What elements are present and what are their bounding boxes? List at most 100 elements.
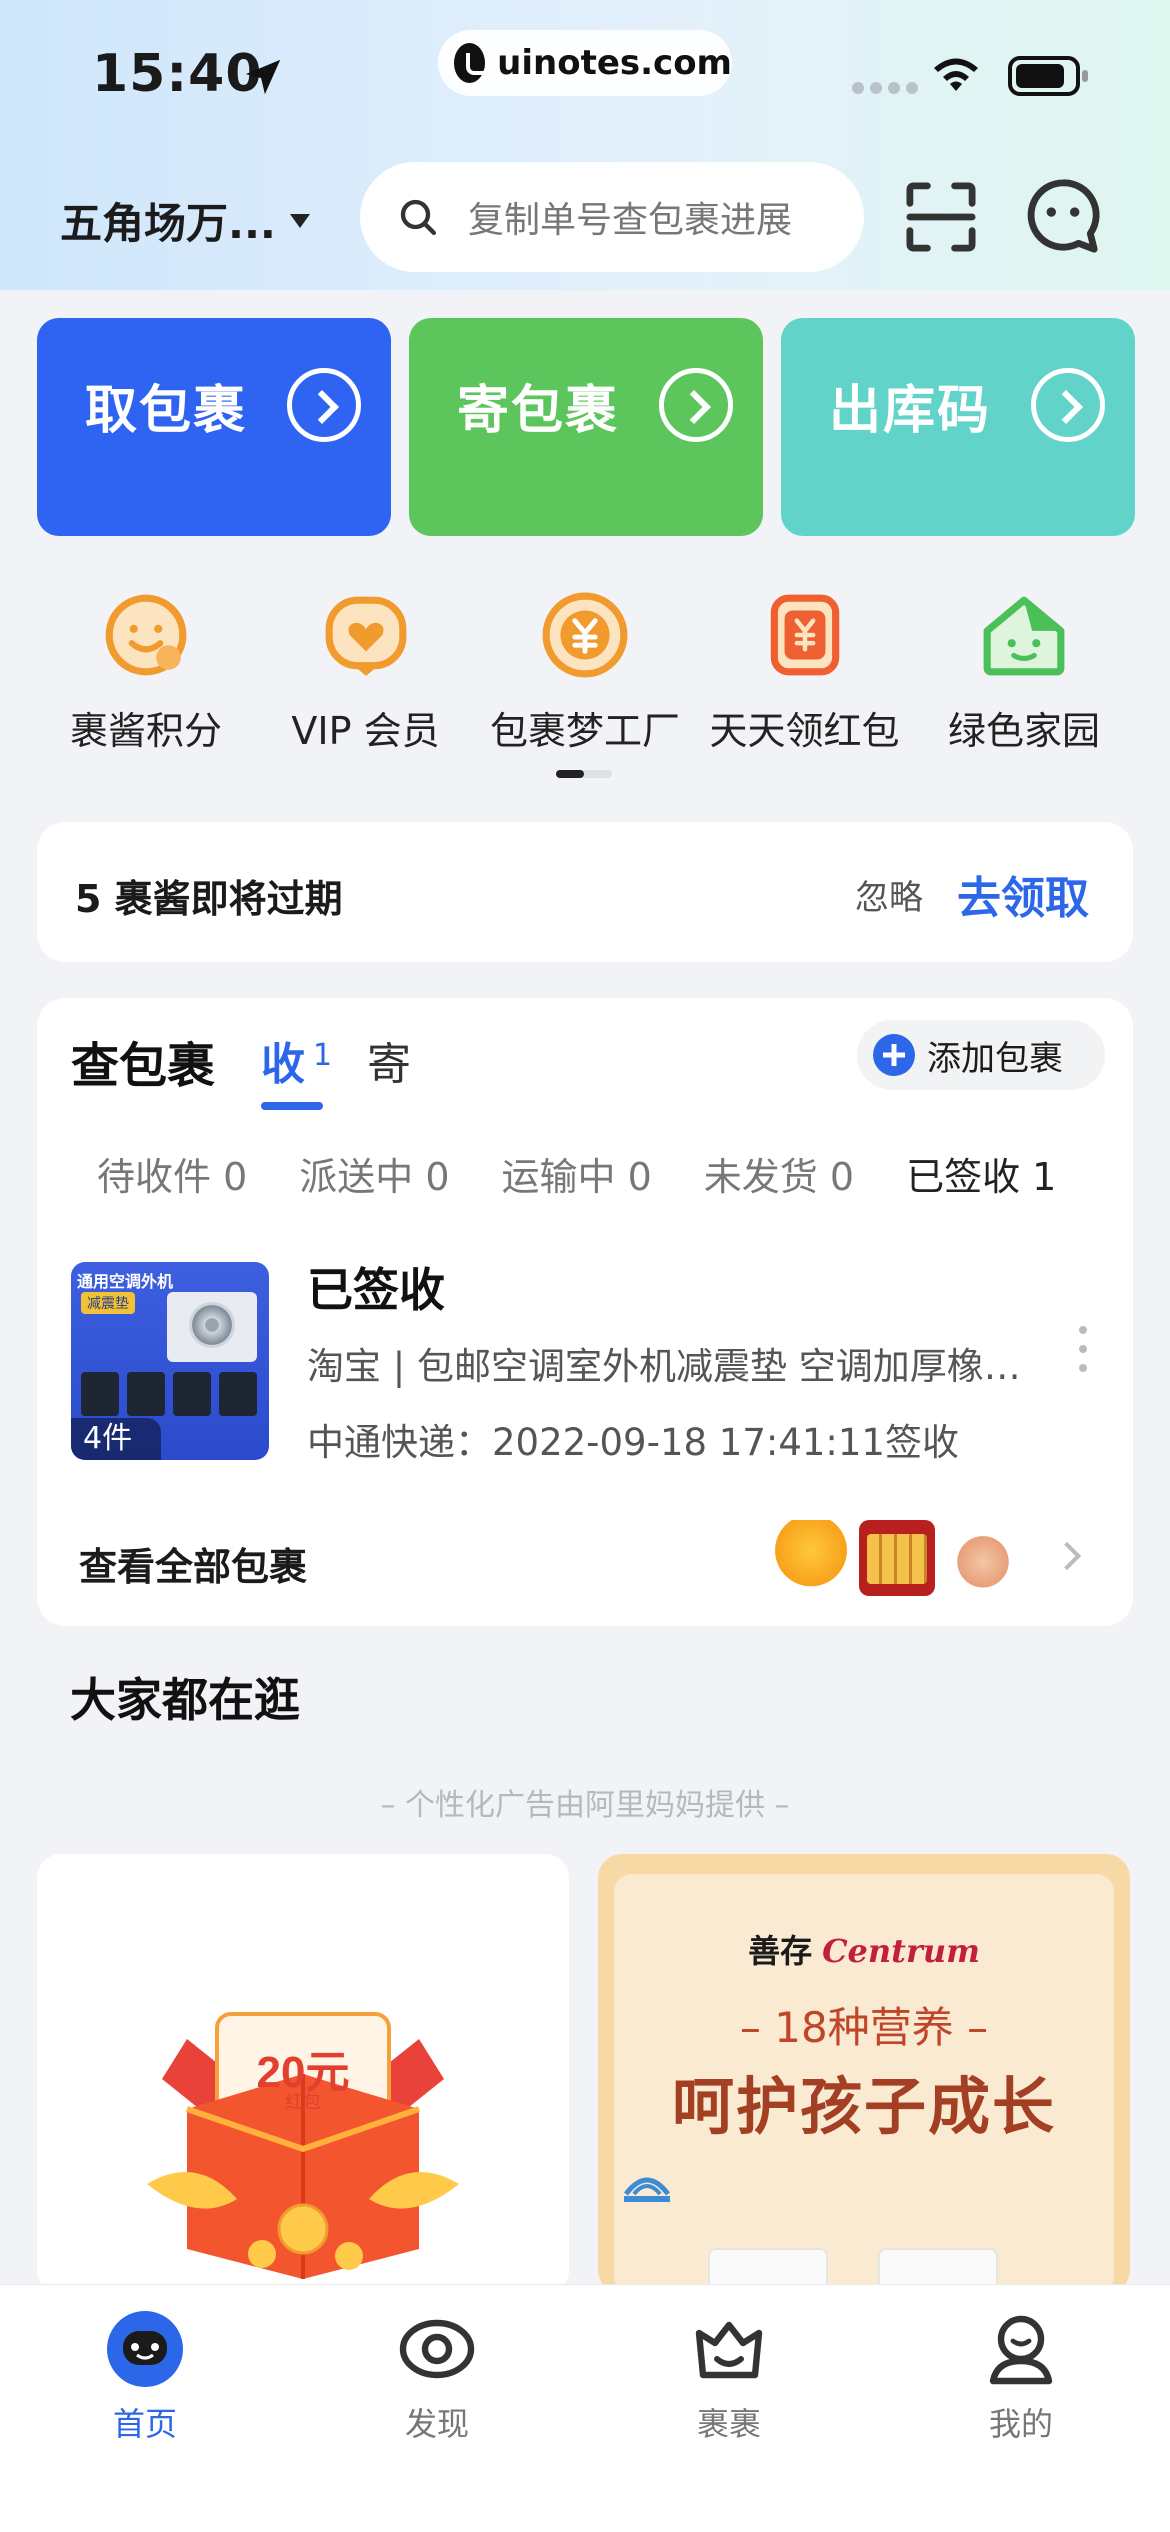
vip-heart-icon	[325, 596, 406, 676]
smiley-coin-icon	[105, 594, 187, 676]
caret-down-icon	[289, 213, 310, 228]
chevron-right-icon[interactable]	[1052, 1541, 1082, 1571]
uinotes-logo-icon	[454, 43, 491, 83]
parcel-thumbnail[interactable]: 通用空调外机 减震垫 4件	[71, 1262, 269, 1460]
section-title: 大家都在逛	[70, 1673, 300, 1727]
parcel-description: 淘宝 | 包邮空调室外机减震垫 空调加厚橡胶垫	[307, 1345, 1027, 1388]
status-tab-in-transit[interactable]: 运输中 0	[502, 1146, 652, 1201]
arrow-right-circle-icon	[1031, 368, 1105, 442]
nav-label: 裹裹	[696, 2405, 761, 2443]
search-placeholder: 复制单号查包裹进展	[468, 200, 793, 241]
location-label: 五角场万...	[60, 199, 276, 248]
brand-en: Centrum	[822, 1932, 980, 1970]
url-pill: uinotes.com	[438, 30, 732, 96]
thumb-header-text: 通用空调外机	[77, 1272, 174, 1291]
recommended-product-thumbnail[interactable]	[945, 1520, 1021, 1596]
status-tab-delivering[interactable]: 派送中 0	[299, 1146, 449, 1201]
green-house-icon	[983, 596, 1065, 676]
plus-circle-icon	[873, 1034, 915, 1076]
pickup-parcel-button[interactable]: 取包裹	[37, 318, 391, 536]
feed-card-red-packet[interactable]: 20元 红包	[37, 1854, 569, 2294]
url-text: uinotes.com	[497, 43, 732, 83]
nav-label: 我的	[988, 2405, 1053, 2443]
tab-receive[interactable]: 收	[261, 1028, 305, 1092]
send-label: 寄包裹	[457, 381, 620, 441]
quick-item-red-envelope[interactable]: 天天领红包	[699, 590, 911, 755]
brand-line: 善存 Centrum	[598, 1926, 1130, 1972]
arrow-right-circle-icon	[287, 368, 361, 442]
battery-icon	[1008, 56, 1088, 96]
points-expiry-banner: 5 裹酱即将过期 忽略 去领取	[37, 822, 1133, 962]
page-indicator	[556, 770, 612, 778]
send-parcel-button[interactable]: 寄包裹	[409, 318, 763, 536]
promo-headline: 呵护孩子成长	[671, 2070, 1056, 2143]
ac-unit-image	[167, 1292, 257, 1362]
search-icon	[400, 199, 436, 235]
status-bar: 15:40 uinotes.com	[0, 0, 1170, 150]
tab-active-indicator	[261, 1102, 323, 1110]
status-tabs: 待收件 0 派送中 0 运输中 0 未发货 0 已签收 1	[97, 1146, 1108, 1201]
eye-icon	[399, 2319, 475, 2379]
more-vertical-icon[interactable]	[1079, 1326, 1089, 1372]
quick-label: 裹酱积分	[69, 709, 222, 753]
user-icon	[989, 2315, 1053, 2385]
view-all-parcels-link[interactable]: 查看全部包裹	[79, 1536, 307, 1591]
item-count-badge: 4件	[71, 1418, 161, 1460]
recommended-product-thumbnail[interactable]	[859, 1520, 935, 1596]
status-time: 15:40	[92, 44, 263, 104]
tab-send[interactable]: 寄	[367, 1028, 411, 1092]
red-envelope-icon	[770, 594, 839, 676]
crown-box-icon	[695, 2321, 763, 2379]
nav-parcels[interactable]: 裹裹	[629, 2309, 829, 2445]
claim-button[interactable]: 去领取	[957, 862, 1089, 926]
parcels-title: 查包裹	[71, 1038, 216, 1094]
parcels-card: 查包裹 收 1 寄 添加包裹 待收件 0 派送中 0 运输中 0 未发货 0 已…	[37, 998, 1133, 1626]
nav-mine[interactable]: 我的	[921, 2309, 1121, 2445]
search-input[interactable]: 复制单号查包裹进展	[360, 162, 864, 272]
status-tab-awaiting-pickup[interactable]: 待收件 0	[97, 1146, 247, 1201]
thumb-tag: 减震垫	[81, 1292, 135, 1314]
message-icon[interactable]	[1024, 176, 1102, 256]
status-tab-signed[interactable]: 已签收 1	[906, 1146, 1056, 1201]
parcel-status: 已签收	[307, 1263, 445, 1317]
red-packet-sub: 红包	[285, 2092, 321, 2113]
add-parcel-button[interactable]: 添加包裹	[857, 1020, 1105, 1090]
quick-label: 天天领红包	[709, 709, 900, 753]
promo-subtitle: – 18种营养 –	[739, 2003, 989, 2052]
outbound-code-button[interactable]: 出库码	[781, 318, 1135, 536]
quick-label: 绿色家园	[947, 709, 1100, 753]
tab-receive-count: 1	[313, 1038, 333, 1073]
cellular-signal-icon	[852, 82, 918, 94]
location-selector[interactable]: 五角场万...	[60, 190, 310, 251]
recommended-product-thumbnail[interactable]	[773, 1520, 849, 1596]
wifi-icon	[934, 58, 978, 91]
nav-label: 发现	[404, 2405, 469, 2443]
bottom-navigation: 首页 发现 裹裹 我的	[0, 2284, 1170, 2532]
pickup-label: 取包裹	[85, 381, 248, 441]
ad-disclaimer: – 个性化广告由阿里妈妈提供 –	[380, 1788, 790, 1823]
brand-cn: 善存	[748, 1932, 813, 1970]
quick-entry-row: 裹酱积分 VIP 会员 包裹梦工厂 天天领红包 绿色家园	[40, 590, 1130, 755]
quick-item-vip[interactable]: VIP 会员	[260, 590, 472, 755]
home-mascot-icon	[107, 2311, 183, 2387]
scan-icon[interactable]	[906, 182, 976, 252]
status-tab-not-shipped[interactable]: 未发货 0	[704, 1146, 854, 1201]
nav-label: 首页	[112, 2405, 177, 2443]
quick-label: VIP 会员	[291, 709, 440, 753]
add-parcel-label: 添加包裹	[927, 1038, 1063, 1079]
arrow-right-circle-icon	[659, 368, 733, 442]
outbound-label: 出库码	[829, 381, 992, 441]
feed-card-centrum-ad[interactable]: 善存 Centrum – 18种营养 – 呵护孩子成长	[598, 1854, 1130, 2294]
quick-item-points[interactable]: 裹酱积分	[40, 590, 252, 755]
nav-home[interactable]: 首页	[45, 2309, 245, 2445]
quick-item-factory[interactable]: 包裹梦工厂	[479, 590, 691, 755]
ignore-button[interactable]: 忽略	[855, 870, 923, 919]
nav-discover[interactable]: 发现	[337, 2309, 537, 2445]
yuan-coin-icon	[542, 592, 628, 678]
location-arrow-icon	[245, 59, 281, 95]
quick-label: 包裹梦工厂	[489, 709, 680, 753]
quick-item-green-home[interactable]: 绿色家园	[918, 590, 1130, 755]
health-certification-icon	[624, 2177, 670, 2202]
parcel-courier-info: 中通快递：2022-09-18 17:41:11签收	[307, 1421, 959, 1464]
points-expiry-text: 5 裹酱即将过期	[75, 877, 343, 921]
